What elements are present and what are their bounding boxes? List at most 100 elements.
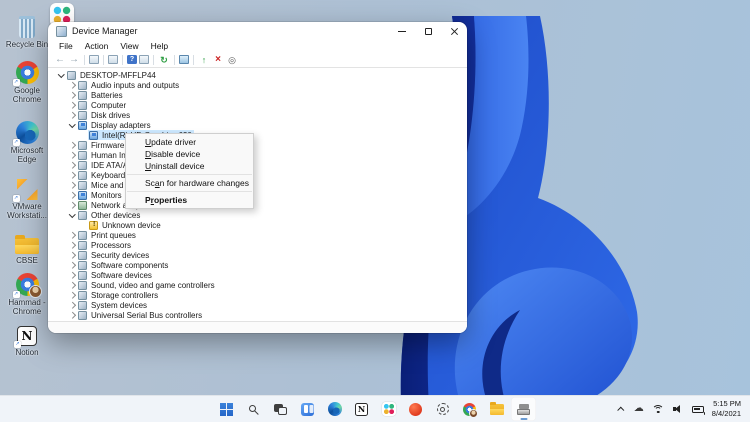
uninstall-icon[interactable]: ×	[212, 54, 224, 65]
tree-row[interactable]: Firmware	[48, 140, 467, 150]
tree-item-label: Batteries	[91, 90, 123, 100]
expanded-chevron-icon[interactable]	[67, 120, 77, 130]
wifi-icon[interactable]	[652, 404, 665, 415]
minimize-button[interactable]	[389, 23, 415, 40]
taskbar-file-explorer-button[interactable]	[484, 397, 509, 421]
tree-row[interactable]: Human Interface Devices	[48, 150, 467, 160]
items-icon[interactable]	[139, 55, 149, 64]
tree-row[interactable]: Universal Serial Bus controllers	[48, 310, 467, 320]
refresh-icon[interactable]: ↻	[158, 55, 170, 65]
tree-row[interactable]: Network adapters	[48, 200, 467, 210]
volume-icon[interactable]	[672, 404, 684, 414]
expanded-chevron-icon[interactable]	[67, 210, 77, 220]
collapsed-chevron-icon[interactable]	[67, 250, 77, 260]
taskbar-widgets-button[interactable]	[295, 397, 320, 421]
desktop-icon-cbse-folder[interactable]: CBSE	[1, 228, 53, 265]
clock[interactable]: 5:15 PM 8/4/2021	[712, 399, 741, 419]
taskbar-device-manager-button[interactable]	[511, 397, 536, 421]
taskbar-red-app-button[interactable]	[403, 397, 428, 421]
tree-row[interactable]: Batteries	[48, 90, 467, 100]
tree-row[interactable]: Disk drives	[48, 110, 467, 120]
maximize-button[interactable]	[415, 23, 441, 40]
collapsed-chevron-icon[interactable]	[67, 160, 77, 170]
tree-row[interactable]: Display adapters	[48, 120, 467, 130]
update-driver-icon[interactable]: ↑	[198, 55, 210, 65]
collapsed-chevron-icon[interactable]	[67, 240, 77, 250]
collapsed-chevron-icon[interactable]	[67, 280, 77, 290]
collapsed-chevron-icon[interactable]	[67, 80, 77, 90]
tree-row[interactable]: Software components	[48, 260, 467, 270]
desktop-icon-hammad-chrome[interactable]: Hammad - Chrome	[1, 270, 53, 317]
taskbar-chrome-profile-button[interactable]	[457, 397, 482, 421]
tree-row[interactable]: Unknown device	[48, 220, 467, 230]
scan-icon[interactable]: ◎	[226, 55, 238, 65]
tree-row[interactable]: DESKTOP-MFFLP44	[48, 70, 467, 80]
expanded-chevron-icon[interactable]	[56, 70, 66, 80]
desktop-icon-microsoft-edge[interactable]: Microsoft Edge	[1, 118, 53, 165]
collapsed-chevron-icon[interactable]	[67, 170, 77, 180]
tree-item-label: Audio inputs and outputs	[91, 80, 180, 90]
tree-row[interactable]: System devices	[48, 300, 467, 310]
tree-row[interactable]: Security devices	[48, 250, 467, 260]
menu-view[interactable]: View	[114, 41, 144, 51]
tree-row[interactable]: Audio inputs and outputs	[48, 80, 467, 90]
taskbar-search-button[interactable]	[241, 397, 266, 421]
desktop-icon-vmware-workstation[interactable]: VMware Workstati...	[1, 174, 53, 221]
collapsed-chevron-icon[interactable]	[67, 140, 77, 150]
taskbar-task-view-button[interactable]	[268, 397, 293, 421]
tree-row[interactable]: Software devices	[48, 270, 467, 280]
context-menu-item-update-driver[interactable]: Update driver	[126, 136, 253, 148]
tree-row[interactable]: Keyboards	[48, 170, 467, 180]
forward-icon[interactable]: →	[68, 54, 80, 65]
tree-row[interactable]: Other devices	[48, 210, 467, 220]
taskbar-edge-button[interactable]	[322, 397, 347, 421]
computer-icon[interactable]	[179, 55, 189, 64]
desktop-icon-notion[interactable]: NNotion	[1, 320, 53, 357]
tree-row[interactable]: Intel(R) HD Graphics 620	[48, 130, 467, 140]
collapsed-chevron-icon[interactable]	[67, 290, 77, 300]
collapsed-chevron-icon[interactable]	[67, 270, 77, 280]
context-menu-item-scan-for-hardware-changes[interactable]: Scan for hardware changes	[126, 177, 253, 189]
context-menu-item-disable-device[interactable]: Disable device	[126, 148, 253, 160]
context-menu-item-uninstall-device[interactable]: Uninstall device	[126, 160, 253, 172]
collapsed-chevron-icon[interactable]	[67, 300, 77, 310]
taskbar-notion-button[interactable]: N	[349, 397, 374, 421]
help-icon[interactable]: ?	[127, 55, 137, 64]
tree-row[interactable]: Monitors	[48, 190, 467, 200]
back-icon[interactable]: ←	[54, 54, 66, 65]
titlebar[interactable]: Device Manager	[48, 22, 467, 40]
hidden-icons-chevron-icon[interactable]	[618, 402, 626, 416]
show-console-tree-icon[interactable]	[89, 55, 99, 64]
tree-row[interactable]: Mice and other pointing devices	[48, 180, 467, 190]
desktop-icon-recycle-bin[interactable]: Recycle Bin	[1, 12, 53, 49]
collapsed-chevron-icon[interactable]	[67, 180, 77, 190]
collapsed-chevron-icon[interactable]	[67, 230, 77, 240]
taskbar-settings-button[interactable]	[430, 397, 455, 421]
collapsed-chevron-icon[interactable]	[67, 100, 77, 110]
context-menu-item-properties[interactable]: Properties	[126, 194, 253, 206]
tree-row[interactable]: Print queues	[48, 230, 467, 240]
properties-icon[interactable]	[108, 55, 118, 64]
tree-row[interactable]: IDE ATA/ATAPI controllers	[48, 160, 467, 170]
tree-row[interactable]: Processors	[48, 240, 467, 250]
device-manager-app-icon	[56, 25, 67, 37]
collapsed-chevron-icon[interactable]	[67, 150, 77, 160]
battery-icon[interactable]	[691, 405, 706, 415]
desktop-icon-google-chrome[interactable]: Google Chrome	[1, 58, 53, 105]
taskbar-start-button[interactable]	[214, 397, 239, 421]
menu-action[interactable]: Action	[79, 41, 115, 51]
menu-file[interactable]: File	[53, 41, 79, 51]
tree-row[interactable]: Sound, video and game controllers	[48, 280, 467, 290]
menu-help[interactable]: Help	[145, 41, 174, 51]
collapsed-chevron-icon[interactable]	[67, 90, 77, 100]
tree-row[interactable]: Storage controllers	[48, 290, 467, 300]
collapsed-chevron-icon[interactable]	[67, 260, 77, 270]
collapsed-chevron-icon[interactable]	[67, 200, 77, 210]
tree-row[interactable]: Computer	[48, 100, 467, 110]
onedrive-icon[interactable]: ☁	[634, 402, 644, 416]
close-button[interactable]	[441, 23, 467, 40]
taskbar-slack-button[interactable]	[376, 397, 401, 421]
collapsed-chevron-icon[interactable]	[67, 190, 77, 200]
collapsed-chevron-icon[interactable]	[67, 310, 77, 320]
collapsed-chevron-icon[interactable]	[67, 110, 77, 120]
